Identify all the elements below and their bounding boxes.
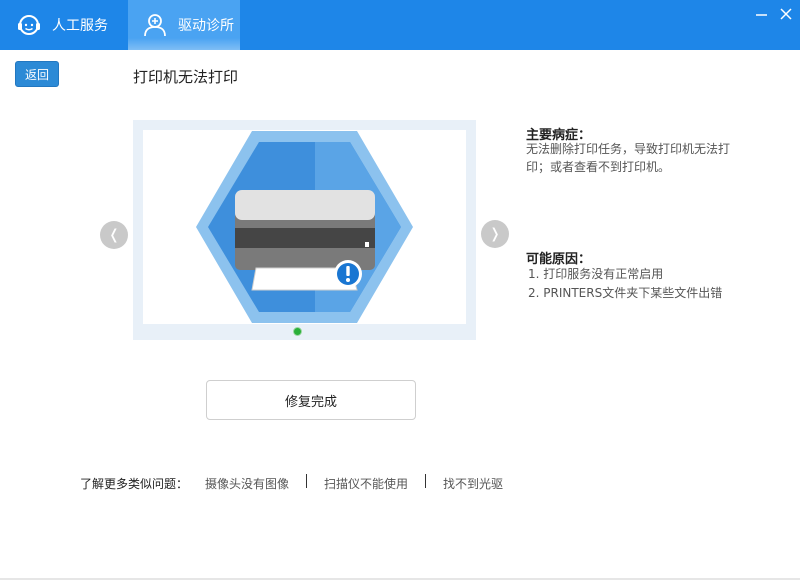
tab-human-service[interactable]: 人工服务 bbox=[16, 0, 108, 50]
back-button[interactable]: 返回 bbox=[15, 61, 59, 87]
tab-driver-clinic[interactable]: 驱动诊所 bbox=[128, 0, 240, 50]
page-title: 打印机无法打印 bbox=[133, 68, 239, 86]
cause-item: 2. PRINTERS文件夹下某些文件出错 bbox=[528, 286, 723, 300]
close-icon[interactable] bbox=[776, 4, 796, 24]
related-label: 了解更多类似问题： bbox=[80, 477, 189, 491]
symptom-text: 无法删除打印任务，导致打印机无法打印；或者查看不到打印机。 bbox=[526, 142, 731, 174]
fix-complete-button[interactable]: 修复完成 bbox=[206, 380, 416, 420]
doctor-icon bbox=[142, 12, 168, 38]
carousel-slide bbox=[143, 130, 466, 324]
carousel bbox=[133, 120, 476, 340]
carousel-dot-active[interactable] bbox=[293, 327, 302, 336]
related-link-cdrom[interactable]: 找不到光驱 bbox=[443, 475, 503, 492]
headset-icon bbox=[16, 12, 42, 38]
divider bbox=[306, 474, 307, 488]
chevron-right-icon[interactable]: ❭ bbox=[481, 220, 509, 248]
cause-item: 1. 打印服务没有正常启用 bbox=[528, 267, 664, 281]
tab-label: 驱动诊所 bbox=[178, 18, 234, 34]
related-link-camera[interactable]: 摄像头没有图像 bbox=[205, 475, 289, 492]
printer-error-illustration bbox=[196, 131, 413, 323]
title-bar: 人工服务 驱动诊所 bbox=[0, 0, 800, 50]
chevron-left-icon[interactable]: ❬ bbox=[100, 221, 128, 249]
divider bbox=[425, 474, 426, 488]
minimize-icon[interactable] bbox=[752, 4, 772, 24]
related-link-scanner[interactable]: 扫描仪不能使用 bbox=[324, 475, 408, 492]
tab-label: 人工服务 bbox=[52, 18, 108, 34]
